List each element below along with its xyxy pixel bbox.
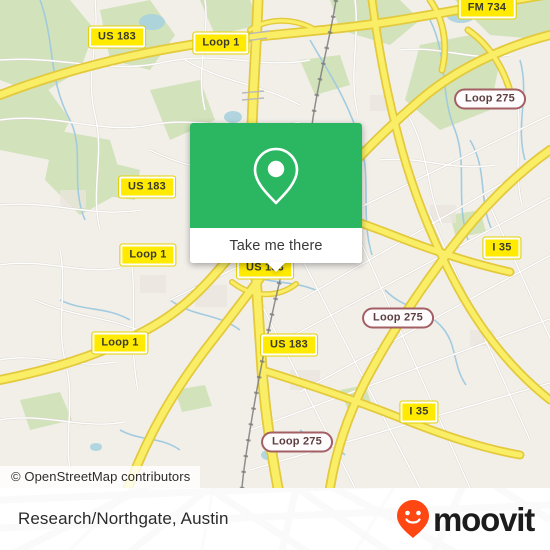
- location-pin-icon: [253, 147, 299, 204]
- take-me-there-label: Take me there: [229, 237, 323, 254]
- moovit-wordmark: moovit: [433, 500, 535, 538]
- place-title: Research/Northgate, Austin: [18, 509, 229, 528]
- take-me-there-card[interactable]: Take me there: [190, 123, 362, 272]
- moovit-logo[interactable]: moovit: [396, 499, 535, 539]
- card-pointer-tail: [266, 262, 286, 272]
- map-attribution[interactable]: © OpenStreetMap contributors: [0, 466, 201, 488]
- moovit-pin-smile-icon: [397, 500, 430, 538]
- card-pin-panel: [190, 123, 362, 228]
- map-canvas[interactable]: FM 734 Loop 1 US 183 Loop 275 US 183 Loop 1I …: [0, 0, 550, 488]
- take-me-there-button[interactable]: Take me there: [190, 228, 362, 272]
- moovit-station-map-screen: FM 734 Loop 1 US 183 Loop 275 US 183 Loop 1I …: [0, 0, 550, 550]
- footer-bar: Research/Northgate, Austin moovit: [0, 488, 550, 550]
